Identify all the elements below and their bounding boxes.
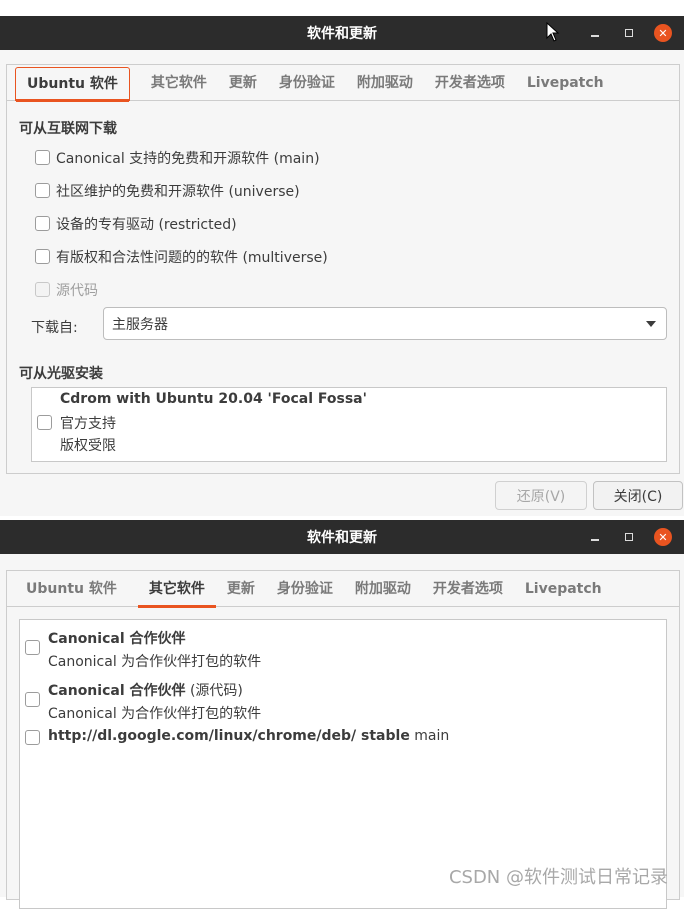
source-subtitle: Canonical 为合作伙伴打包的软件 (48, 706, 262, 722)
cdrom-official-support: 官方支持 (60, 416, 116, 432)
source-code-checkbox (35, 282, 50, 297)
tab-additional-drivers[interactable]: 附加驱动 (346, 65, 424, 101)
close-window-button[interactable]: ✕ (646, 520, 680, 554)
source-title-rest: (源代码) (185, 683, 243, 699)
source-universe-checkbox[interactable] (35, 183, 50, 198)
source-main-checkbox[interactable] (35, 150, 50, 165)
titlebar[interactable]: 软件和更新 ✕ (0, 520, 684, 554)
titlebar[interactable]: 软件和更新 ✕ (0, 16, 684, 50)
close-button[interactable]: 关闭(C) (593, 481, 683, 510)
download-server-dropdown[interactable]: 主服务器 (103, 307, 667, 340)
source-title: Canonical 合作伙伴 (48, 628, 186, 648)
download-from-label: 下载自: (31, 320, 78, 336)
source-title: Canonical 合作伙伴 (源代码) (48, 680, 243, 700)
window-title: 软件和更新 (307, 530, 377, 546)
source-title-rest: main (409, 728, 450, 744)
source-main-label: Canonical 支持的免费和开源软件 (main) (56, 150, 320, 167)
source-checkbox[interactable] (25, 640, 40, 655)
cdrom-checkbox[interactable] (37, 415, 52, 430)
source-code-label: 源代码 (56, 282, 98, 299)
minimize-icon (591, 539, 599, 541)
chevron-down-icon (646, 321, 656, 327)
minimize-button[interactable] (578, 520, 612, 554)
section-cdrom-title: 可从光驱安装 (19, 366, 103, 382)
window-title: 软件和更新 (307, 26, 377, 42)
tab-bar: Ubuntu 软件 其它软件 更新 身份验证 附加驱动 开发者选项 Livepa… (7, 65, 679, 102)
source-title-bold: Canonical 合作伙伴 (48, 631, 186, 647)
section-internet-title: 可从互联网下载 (19, 121, 117, 137)
source-multiverse-label: 有版权和合法性问题的的软件 (multiverse) (56, 249, 328, 266)
list-item[interactable]: http://dl.google.com/linux/chrome/deb/ s… (20, 724, 666, 752)
source-multiverse-row[interactable]: 有版权和合法性问题的的软件 (multiverse) (35, 240, 328, 273)
tab-authentication[interactable]: 身份验证 (268, 65, 346, 101)
tab-panel: Ubuntu 软件 其它软件 更新 身份验证 附加驱动 开发者选项 Livepa… (6, 570, 680, 909)
close-icon: ✕ (654, 24, 672, 42)
source-universe-row[interactable]: 社区维护的免费和开源软件 (universe) (35, 174, 328, 207)
watermark: CSDN @软件测试日常记录 (448, 867, 668, 888)
maximize-button[interactable] (612, 520, 646, 554)
tab-panel: Ubuntu 软件 其它软件 更新 身份验证 附加驱动 开发者选项 Livepa… (6, 64, 680, 474)
cdrom-restricted-copyright: 版权受限 (60, 438, 116, 454)
maximize-icon (625, 29, 633, 37)
minimize-icon (591, 35, 599, 37)
list-item[interactable]: Canonical 合作伙伴 Canonical 为合作伙伴打包的软件 (20, 624, 666, 672)
tab-authentication[interactable]: 身份验证 (266, 571, 344, 607)
tab-additional-drivers[interactable]: 附加驱动 (344, 571, 422, 607)
tab-developer-options[interactable]: 开发者选项 (422, 571, 514, 607)
source-subtitle: Canonical 为合作伙伴打包的软件 (48, 654, 262, 670)
close-icon: ✕ (654, 528, 672, 546)
tab-updates[interactable]: 更新 (218, 65, 268, 101)
software-updates-window-1: 软件和更新 ✕ Ubuntu 软件 其它软件 更新 身份验证 附加驱动 开发者选… (0, 16, 684, 516)
close-window-button[interactable]: ✕ (646, 16, 680, 50)
revert-button[interactable]: 还原(V) (495, 481, 587, 510)
cdrom-title: Cdrom with Ubuntu 20.04 'Focal Fossa' (60, 391, 367, 407)
source-title-bold: http://dl.google.com/linux/chrome/deb/ s… (48, 728, 410, 744)
maximize-button[interactable] (612, 16, 646, 50)
source-code-row: 源代码 (35, 273, 328, 306)
sources-list: Canonical 支持的免费和开源软件 (main) 社区维护的免费和开源软件… (35, 141, 328, 306)
tab-ubuntu-software[interactable]: Ubuntu 软件 (15, 571, 128, 607)
source-multiverse-checkbox[interactable] (35, 249, 50, 264)
source-checkbox[interactable] (25, 692, 40, 707)
tab-other-software[interactable]: 其它软件 (137, 571, 216, 608)
tab-ubuntu-software[interactable]: Ubuntu 软件 (15, 67, 130, 102)
tab-livepatch[interactable]: Livepatch (514, 571, 613, 607)
mouse-cursor-icon (546, 22, 560, 42)
cdrom-list: Cdrom with Ubuntu 20.04 'Focal Fossa' 官方… (31, 387, 667, 462)
source-main-row[interactable]: Canonical 支持的免费和开源软件 (main) (35, 141, 328, 174)
maximize-icon (625, 533, 633, 541)
source-title: http://dl.google.com/linux/chrome/deb/ s… (48, 728, 449, 744)
source-restricted-label: 设备的专有驱动 (restricted) (56, 216, 237, 233)
source-title-bold: Canonical 合作伙伴 (48, 683, 186, 699)
download-server-value: 主服务器 (112, 316, 168, 333)
tab-developer-options[interactable]: 开发者选项 (424, 65, 516, 101)
minimize-button[interactable] (578, 16, 612, 50)
source-restricted-checkbox[interactable] (35, 216, 50, 231)
tab-other-software[interactable]: 其它软件 (140, 65, 218, 101)
window-controls: ✕ (578, 16, 680, 50)
list-item[interactable]: Canonical 合作伙伴 (源代码) Canonical 为合作伙伴打包的软… (20, 676, 666, 724)
source-universe-label: 社区维护的免费和开源软件 (universe) (56, 183, 300, 200)
source-checkbox[interactable] (25, 730, 40, 745)
tab-updates[interactable]: 更新 (216, 571, 266, 607)
tab-livepatch[interactable]: Livepatch (516, 65, 615, 101)
source-restricted-row[interactable]: 设备的专有驱动 (restricted) (35, 207, 328, 240)
tab-bar: Ubuntu 软件 其它软件 更新 身份验证 附加驱动 开发者选项 Livepa… (7, 571, 679, 608)
software-updates-window-2: 软件和更新 ✕ Ubuntu 软件 其它软件 更新 身份验证 附加驱动 开发者选… (0, 520, 684, 909)
window-controls: ✕ (578, 520, 680, 554)
